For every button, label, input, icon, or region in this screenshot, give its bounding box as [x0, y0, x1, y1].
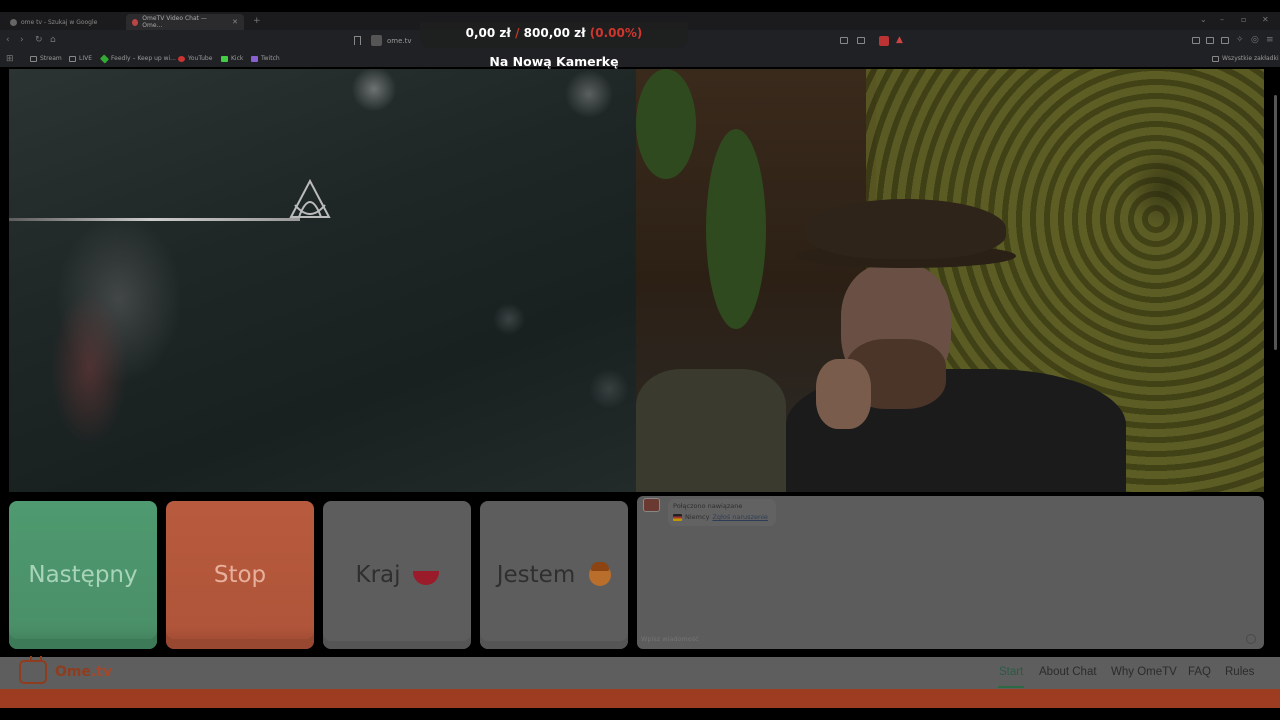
translate-icon[interactable]	[840, 37, 848, 44]
twitch-icon	[251, 55, 258, 62]
nav-about-chat[interactable]: About Chat	[1039, 666, 1097, 678]
brave-rewards-icon[interactable]: ▲	[896, 35, 903, 45]
chevron-down-icon[interactable]: ⌄	[1200, 15, 1207, 24]
bookmark-youtube[interactable]: YouTube	[178, 55, 212, 62]
folder-icon	[69, 55, 76, 62]
country-button[interactable]: Kraj	[323, 501, 471, 649]
bookmark-label: Feedly – Keep up wi...	[111, 55, 176, 62]
feedly-icon	[99, 53, 110, 64]
country-label: Kraj	[355, 562, 401, 588]
bookmark-feedly[interactable]: Feedly – Keep up wi...	[99, 53, 176, 64]
self-camera-video	[636, 69, 1264, 492]
bookmark-label: Kick	[231, 55, 244, 62]
bookmark-label: Twitch	[261, 55, 280, 62]
tab-label: ome tv - Szukaj w Google	[21, 18, 98, 26]
reload-icon[interactable]: ↻	[35, 35, 43, 45]
bookmark-live[interactable]: LIVE	[69, 55, 92, 62]
nav-why-ometv[interactable]: Why OmeTV	[1111, 666, 1177, 678]
back-icon[interactable]: ‹	[6, 35, 10, 45]
kick-icon	[221, 55, 228, 62]
brave-shield-icon[interactable]	[879, 36, 889, 46]
report-link[interactable]: Zgłoś naruszenie	[712, 513, 767, 521]
germany-flag-icon	[673, 513, 682, 521]
chat-icon[interactable]	[1192, 37, 1200, 44]
url-text[interactable]: ome.tv	[387, 37, 412, 45]
person-hand	[816, 359, 871, 429]
bookmark-kick[interactable]: Kick	[221, 55, 243, 62]
youtube-icon	[178, 55, 185, 62]
connection-status: Połączono nawiązane	[673, 502, 743, 510]
ometv-chat-icon	[643, 498, 660, 512]
close-window-icon[interactable]: ✕	[1262, 15, 1269, 24]
poland-flag-icon	[412, 571, 439, 585]
bookmark-icon[interactable]	[354, 36, 361, 45]
goal-target: 800,00 zł	[523, 26, 586, 40]
chat-input[interactable]	[641, 635, 1231, 643]
sword-overlay	[9, 218, 300, 221]
active-nav-underline	[998, 686, 1024, 688]
goal-percent: (0.00%)	[589, 26, 643, 40]
stop-label: Stop	[213, 562, 267, 588]
nav-rules[interactable]: Rules	[1225, 666, 1254, 678]
new-tab-button[interactable]: +	[253, 16, 261, 26]
next-label: Następny	[28, 562, 138, 588]
cast-icon[interactable]	[857, 37, 865, 44]
goal-current: 0,00 zł	[465, 26, 511, 40]
folder-icon	[1212, 55, 1219, 62]
ometv-logo-icon[interactable]	[19, 660, 47, 684]
plant	[706, 129, 766, 329]
tab-ometv[interactable]: OmeTV Video Chat — Ome... ✕	[126, 14, 244, 30]
donation-goal-text: 0,00 zł / 800,00 zł (0.00%)	[420, 26, 688, 40]
minimize-icon[interactable]: –	[1220, 15, 1224, 24]
wallet-icon[interactable]	[1221, 37, 1229, 44]
stranger-video	[9, 69, 636, 492]
leo-icon[interactable]: ✧	[1236, 35, 1244, 45]
bookmark-stream[interactable]: Stream	[30, 55, 62, 62]
logo-suffix: .tv	[90, 664, 113, 680]
google-icon	[10, 18, 17, 26]
gender-label: Jestem	[496, 562, 576, 588]
tab-label: OmeTV Video Chat — Ome...	[142, 15, 207, 29]
tab-google-search[interactable]: ome tv - Szukaj w Google	[4, 14, 103, 30]
menu-icon[interactable]: ≡	[1266, 35, 1274, 45]
next-button[interactable]: Następny	[9, 501, 157, 649]
couch	[636, 369, 786, 492]
country-name: Niemcy	[685, 513, 710, 521]
bookmark-label: Wszystkie zakładki	[1222, 55, 1279, 62]
bookmark-twitch[interactable]: Twitch	[251, 55, 280, 62]
bookmark-label: Stream	[40, 55, 62, 62]
stop-button[interactable]: Stop	[166, 501, 314, 649]
partner-country: Niemcy Zgłoś naruszenie	[673, 513, 768, 521]
nav-start[interactable]: Start	[999, 666, 1023, 678]
boy-face-icon	[589, 562, 612, 586]
close-tab-icon[interactable]: ✕	[232, 18, 238, 26]
ometv-favicon-icon	[132, 18, 139, 26]
home-icon[interactable]: ⌂	[50, 35, 56, 45]
bookmark-label: YouTube	[188, 55, 213, 62]
folder-icon	[30, 55, 37, 62]
hat	[806, 199, 1006, 259]
page-scrollbar[interactable]	[1274, 95, 1277, 350]
celtic-knot-icon	[289, 178, 331, 218]
site-info-icon[interactable]	[371, 35, 382, 46]
all-bookmarks[interactable]: Wszystkie zakładki	[1212, 55, 1279, 62]
apps-grid-icon[interactable]: ⊞	[6, 54, 14, 64]
goal-separator: /	[515, 26, 520, 40]
bookmark-label: LIVE	[79, 55, 93, 62]
footer-stripe	[0, 689, 1280, 708]
sidebar-icon[interactable]	[1206, 37, 1214, 44]
ometv-logo[interactable]: Ome.tv	[55, 664, 112, 680]
forward-icon[interactable]: ›	[20, 35, 24, 45]
gender-button[interactable]: Jestem	[480, 501, 628, 649]
logo-name: Ome	[55, 664, 91, 680]
vpn-icon[interactable]: ◎	[1251, 35, 1259, 45]
stream-title: Na Nową Kamerkę	[489, 54, 619, 69]
maximize-icon[interactable]: ▫	[1241, 15, 1246, 24]
emoji-icon[interactable]	[1246, 634, 1256, 644]
nav-faq[interactable]: FAQ	[1188, 666, 1211, 678]
plant	[636, 69, 696, 179]
